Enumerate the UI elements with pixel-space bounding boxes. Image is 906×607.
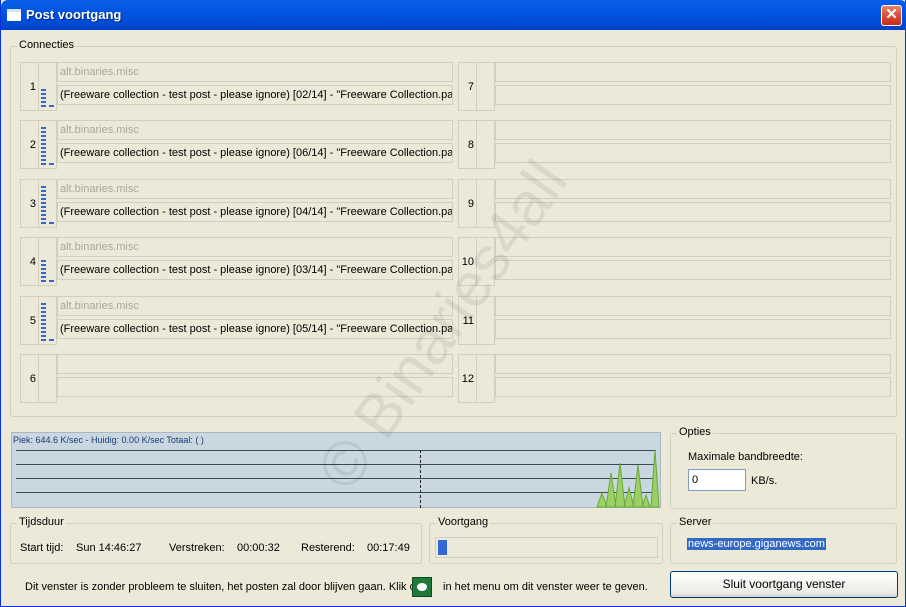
duration-label: Tijdsduur — [17, 516, 66, 528]
subject-field — [495, 143, 891, 163]
speed-graph: Piek: 644.6 K/sec - Huidig: 0.00 K/sec T… — [11, 432, 661, 508]
connection-meter — [476, 237, 495, 286]
subject-field: (Freeware collection - test post - pleas… — [57, 85, 453, 105]
meter-bar — [41, 301, 46, 341]
server-value[interactable]: news-europe.giganews.com — [687, 538, 826, 550]
connection-slot: 11 — [458, 296, 893, 345]
subject-field: (Freeware collection - test post - pleas… — [57, 143, 453, 163]
close-button[interactable]: ✕ — [881, 5, 902, 26]
newsgroup-field: alt.binaries.misc — [57, 120, 453, 140]
connection-number: 6 — [20, 354, 38, 403]
newsgroup-field: alt.binaries.misc — [57, 179, 453, 199]
footer-text-after: in het menu om dit venster weer te geven… — [443, 581, 648, 593]
connection-number: 10 — [458, 237, 476, 286]
close-progress-button[interactable]: Sluit voortgang venster — [670, 571, 898, 598]
remaining-label: Resterend: — [301, 542, 355, 554]
meter-bar — [41, 87, 46, 107]
connection-meter — [476, 62, 495, 111]
connection-slot: 6 — [20, 354, 455, 403]
subject-field — [495, 260, 891, 280]
connection-meter — [38, 179, 57, 228]
connection-meter — [38, 354, 57, 403]
server-label: Server — [677, 516, 714, 528]
meter-bar — [49, 105, 54, 107]
subject-field — [57, 377, 453, 397]
connection-meter — [38, 296, 57, 345]
elapsed-value: 00:00:32 — [237, 542, 280, 554]
newsgroup-field: alt.binaries.misc — [57, 237, 453, 257]
app-menu-icon — [412, 577, 432, 597]
meter-bar — [41, 125, 46, 165]
connection-number: 12 — [458, 354, 476, 403]
meter-bar — [49, 280, 54, 282]
newsgroup-field: alt.binaries.misc — [57, 62, 453, 82]
speed-spikes — [596, 449, 660, 508]
connection-slot: 10 — [458, 237, 893, 286]
connection-number: 5 — [20, 296, 38, 345]
connections-label: Connecties — [17, 39, 77, 51]
subject-field: (Freeware collection - test post - pleas… — [57, 260, 453, 280]
connection-meter — [476, 354, 495, 403]
connection-slot: 5 alt.binaries.misc (Freeware collection -… — [20, 296, 455, 345]
bandwidth-input[interactable]: 0 — [688, 469, 746, 491]
newsgroup-field: alt.binaries.misc — [57, 296, 453, 316]
elapsed-label: Verstreken: — [169, 542, 225, 554]
connection-meter — [38, 237, 57, 286]
meter-bar — [41, 258, 46, 282]
start-time-value: Sun 14:46:27 — [76, 542, 142, 554]
remaining-value: 00:17:49 — [367, 542, 410, 554]
subject-field — [495, 85, 891, 105]
connection-number: 7 — [458, 62, 476, 111]
bandwidth-unit: KB/s. — [751, 475, 778, 487]
connection-meter — [476, 120, 495, 169]
progress-label: Voortgang — [436, 516, 491, 528]
title-bar[interactable]: Post voortgang ✕ — [1, 0, 906, 30]
connection-slot: 8 — [458, 120, 893, 169]
progress-fill — [438, 540, 447, 555]
connection-slot: 1 alt.binaries.misc (Freeware collection -… — [20, 62, 455, 111]
connection-slot: 3 alt.binaries.misc (Freeware collection -… — [20, 179, 455, 228]
post-progress-window: Post voortgang ✕ Connecties 1 alt.binarie… — [0, 0, 906, 607]
meter-bar — [41, 184, 46, 224]
meter-bar — [49, 339, 54, 341]
connection-number: 1 — [20, 62, 38, 111]
connection-meter — [476, 296, 495, 345]
meter-bar — [49, 163, 54, 165]
connection-meter — [476, 179, 495, 228]
newsgroup-field — [495, 354, 891, 374]
connection-meter — [38, 120, 57, 169]
connection-number: 4 — [20, 237, 38, 286]
newsgroup-field — [495, 296, 891, 316]
start-time-label: Start tijd: — [20, 542, 64, 554]
subject-field: (Freeware collection - test post - pleas… — [57, 319, 453, 339]
subject-field — [495, 319, 891, 339]
newsgroup-field — [495, 120, 891, 140]
connection-slot: 4 alt.binaries.misc (Freeware collection -… — [20, 237, 455, 286]
window-title: Post voortgang — [26, 7, 122, 22]
newsgroup-field — [57, 354, 453, 374]
newsgroup-field — [495, 237, 891, 257]
connection-number: 11 — [458, 296, 476, 345]
connection-number: 3 — [20, 179, 38, 228]
meter-bar — [49, 222, 54, 224]
options-label: Opties — [677, 426, 713, 438]
connection-number: 9 — [458, 179, 476, 228]
bandwidth-label: Maximale bandbreedte: — [688, 451, 803, 463]
progress-bar — [435, 537, 658, 558]
connection-meter — [38, 62, 57, 111]
connection-number: 2 — [20, 120, 38, 169]
connection-slot: 7 — [458, 62, 893, 111]
connection-slot: 2 alt.binaries.misc (Freeware collection -… — [20, 120, 455, 169]
connection-slot: 9 — [458, 179, 893, 228]
subject-field — [495, 377, 891, 397]
newsgroup-field — [495, 179, 891, 199]
subject-field: (Freeware collection - test post - pleas… — [57, 202, 453, 222]
subject-field — [495, 202, 891, 222]
window-icon — [7, 9, 21, 21]
newsgroup-field — [495, 62, 891, 82]
footer-text-before: Dit venster is zonder probleem te sluite… — [25, 581, 422, 593]
connection-slot: 12 — [458, 354, 893, 403]
connection-number: 8 — [458, 120, 476, 169]
